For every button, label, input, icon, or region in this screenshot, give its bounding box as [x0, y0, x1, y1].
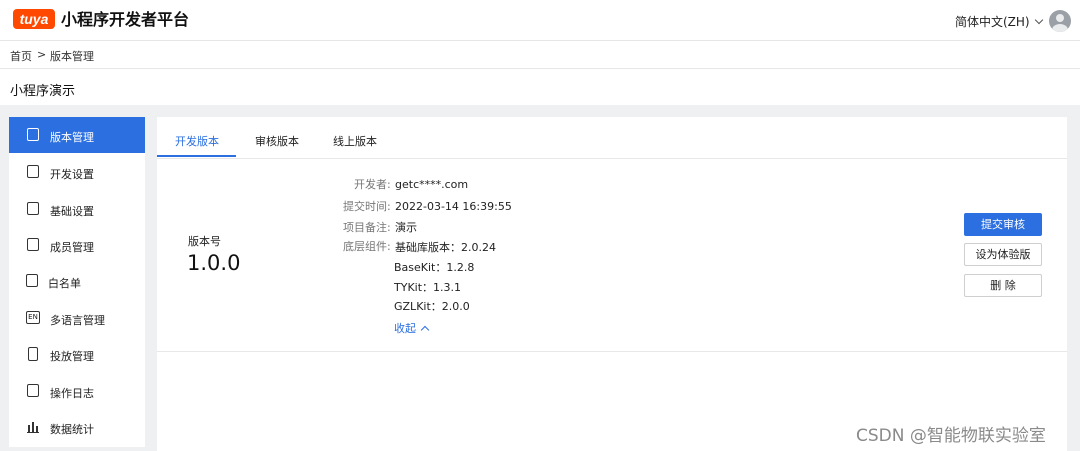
app-title: 小程序开发者平台: [61, 10, 190, 29]
members-icon: [27, 238, 39, 251]
field-submit-time: 提交时间:: [343, 200, 391, 214]
sidebar-item-label: 白名单: [48, 277, 81, 290]
component-basekit: BaseKit：1.2.8: [394, 261, 475, 274]
page-title: 小程序演示: [10, 84, 76, 99]
breadcrumb-separator: >: [37, 48, 47, 61]
submit-review-button[interactable]: 提交审核: [964, 213, 1042, 236]
top-bar: tuya 小程序开发者平台 简体中文(ZH): [0, 0, 1080, 41]
sidebar-item-basic-settings[interactable]: 基础设置: [9, 191, 145, 227]
chevron-up-icon: [420, 325, 430, 335]
log-icon: [27, 384, 39, 397]
version-panel: 开发版本 审核版本 线上版本 版本号 1.0.0 开发者: getc****.c…: [157, 117, 1067, 451]
language-icon: EN: [26, 311, 40, 324]
sidebar-item-logs[interactable]: 操作日志: [9, 373, 145, 409]
breadcrumb: 首页 > 版本管理: [0, 41, 1080, 69]
sidebar-item-languages[interactable]: EN 多语言管理: [9, 300, 145, 336]
version-tabs: 开发版本 审核版本 线上版本: [157, 117, 1067, 159]
sidebar-item-whitelist[interactable]: 白名单: [9, 263, 145, 299]
version-number: 1.0.0: [187, 251, 241, 275]
version-label: 版本号: [188, 235, 221, 248]
field-developer-value: getc****.com: [395, 178, 469, 191]
language-label: 简体中文(ZH): [955, 15, 1030, 29]
field-key: 提交时间:: [343, 200, 391, 213]
avatar[interactable]: [1049, 10, 1071, 32]
breadcrumb-home[interactable]: 首页: [10, 48, 32, 64]
field-remarks: 项目备注:: [343, 221, 391, 235]
sidebar-item-members[interactable]: 成员管理: [9, 227, 145, 263]
tuya-logo[interactable]: tuya: [13, 9, 55, 29]
version-icon: [27, 128, 39, 141]
field-remarks-value: 演示: [395, 221, 417, 234]
tab-active-indicator: [157, 155, 236, 157]
stats-icon: [27, 420, 39, 433]
sidebar-item-label: 多语言管理: [50, 314, 105, 327]
sidebar-item-delivery[interactable]: 投放管理: [9, 336, 145, 372]
sidebar-item-stats[interactable]: 数据统计: [9, 409, 145, 445]
component-tykit: TYKit：1.3.1: [394, 281, 462, 294]
field-components-value: 基础库版本：2.0.24: [395, 241, 496, 254]
sidebar-item-label: 操作日志: [50, 387, 94, 400]
avatar-body: [1052, 24, 1068, 32]
sidebar-item-label: 基础设置: [50, 205, 94, 218]
component-gzlkit: GZLKit：2.0.0: [394, 300, 470, 313]
field-key: 开发者:: [354, 178, 391, 191]
language-selector[interactable]: 简体中文(ZH): [955, 13, 1043, 30]
sidebar-item-dev-settings[interactable]: 开发设置: [9, 154, 145, 190]
field-submit-time-value: 2022-03-14 16:39:55: [395, 200, 512, 213]
dev-settings-icon: [27, 165, 39, 178]
watermark: CSDN @智能物联实验室: [856, 426, 1046, 446]
sidebar-item-label: 成员管理: [50, 241, 94, 254]
delete-button[interactable]: 删 除: [964, 274, 1042, 297]
avatar-head: [1056, 14, 1064, 22]
sidebar: 版本管理 开发设置 基础设置 成员管理 白名单 EN 多语言管理 投放管理 操作…: [9, 117, 145, 447]
page-title-bar: 小程序演示: [0, 69, 1080, 105]
collapse-label: 收起: [394, 322, 416, 335]
collapse-toggle[interactable]: 收起: [394, 320, 430, 336]
set-experience-button[interactable]: 设为体验版: [964, 243, 1042, 266]
sidebar-item-label: 数据统计: [50, 423, 94, 436]
field-developer: 开发者:: [354, 178, 391, 192]
device-icon: [28, 347, 38, 361]
divider: [157, 351, 1067, 352]
sidebar-item-label: 版本管理: [50, 131, 94, 144]
tab-dev-version[interactable]: 开发版本: [175, 133, 219, 149]
tab-online-version[interactable]: 线上版本: [333, 133, 377, 149]
sidebar-item-label: 投放管理: [50, 350, 94, 363]
field-key: 项目备注:: [343, 221, 391, 234]
tab-review-version[interactable]: 审核版本: [255, 133, 299, 149]
sidebar-item-label: 开发设置: [50, 168, 94, 181]
sidebar-item-version[interactable]: 版本管理: [9, 117, 145, 153]
field-key: 底层组件:: [343, 240, 391, 253]
basic-settings-icon: [27, 202, 39, 215]
chevron-down-icon: [1034, 15, 1043, 25]
breadcrumb-current: 版本管理: [50, 50, 94, 63]
field-components: 底层组件:: [343, 240, 391, 254]
whitelist-icon: [26, 274, 38, 287]
